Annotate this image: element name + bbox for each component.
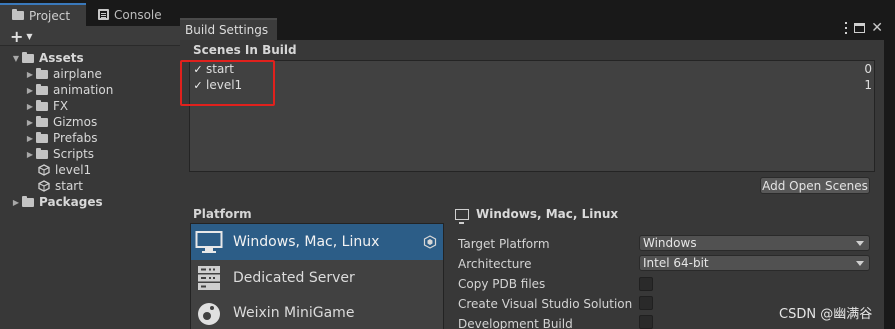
dropdown-value: Windows (643, 236, 697, 250)
setting-development-build-label: Development Build (458, 317, 573, 329)
folder-icon (22, 195, 34, 207)
dropdown-arrow-icon (856, 241, 864, 246)
create-vs-solution-checkbox[interactable] (639, 296, 653, 310)
platform-item-dedicated-server[interactable]: Dedicated Server (191, 260, 443, 296)
folder-icon (36, 115, 48, 127)
tree-item-animation[interactable]: ▶ animation (24, 82, 113, 98)
folder-icon (36, 83, 48, 95)
dropdown-arrow-icon (856, 261, 864, 266)
setting-target-platform-label: Target Platform (458, 237, 550, 251)
folder-icon (36, 147, 48, 159)
expand-arrow-icon[interactable]: ▼ (10, 54, 22, 63)
setting-copy-pdb-label: Copy PDB files (458, 277, 546, 291)
collapse-arrow-icon[interactable]: ▶ (24, 150, 36, 159)
add-open-scenes-button[interactable]: Add Open Scenes (760, 177, 870, 194)
collapse-arrow-icon[interactable]: ▶ (24, 102, 36, 111)
folder-open-icon (22, 51, 34, 63)
tree-item-start-scene[interactable]: start (38, 178, 83, 194)
tree-item-label: FX (53, 99, 69, 113)
scene-checkbox-level1[interactable]: ✓ (192, 78, 204, 92)
platform-label: Weixin MiniGame (233, 304, 355, 321)
development-build-checkbox[interactable] (639, 315, 653, 329)
plus-icon: + (10, 26, 24, 46)
tab-build-settings[interactable]: Build Settings (180, 18, 277, 40)
platform-label: Windows, Mac, Linux (233, 234, 380, 250)
tree-item-airplane[interactable]: ▶ airplane (24, 66, 102, 82)
watermark-text: CSDN @幽满谷 (779, 307, 873, 322)
scene-row-level1[interactable]: ✓ level1 1 (192, 77, 872, 93)
tree-item-scripts[interactable]: ▶ Scripts (24, 146, 94, 162)
collapse-arrow-icon[interactable]: ▶ (24, 134, 36, 143)
copy-pdb-checkbox[interactable] (639, 277, 653, 291)
more-options-icon[interactable] (844, 22, 848, 34)
tree-item-fx[interactable]: ▶ FX (24, 98, 68, 114)
tab-project[interactable]: Project (0, 3, 86, 26)
collapse-arrow-icon[interactable]: ▶ (24, 118, 36, 127)
monitor-icon (195, 228, 223, 256)
tree-item-gizmos[interactable]: ▶ Gizmos (24, 114, 97, 130)
window-edge (884, 40, 895, 329)
unity-scene-icon (38, 180, 50, 192)
checkmark-icon: ✓ (193, 62, 203, 76)
selected-platform-header: Windows, Mac, Linux (455, 207, 619, 224)
checkmark-icon: ✓ (193, 78, 203, 92)
selected-platform-title: Windows, Mac, Linux (476, 207, 619, 221)
tree-item-assets[interactable]: ▼ Assets (10, 50, 84, 66)
tree-item-label: Prefabs (53, 131, 98, 145)
platform-heading: Platform (193, 207, 252, 221)
setting-architecture-label: Architecture (458, 257, 532, 271)
target-platform-dropdown[interactable]: Windows (639, 235, 870, 251)
tree-item-label: Scripts (53, 147, 95, 161)
tab-console-label: Console (114, 7, 162, 22)
tree-item-level1-scene[interactable]: level1 (38, 162, 91, 178)
platform-item-windows[interactable]: Windows, Mac, Linux (191, 224, 443, 260)
maximize-icon[interactable] (854, 23, 866, 33)
collapse-arrow-icon[interactable]: ▶ (24, 70, 36, 79)
platform-label: Dedicated Server (233, 270, 355, 286)
chevron-down-icon: ▼ (26, 31, 33, 41)
platform-item-weixin-minigame[interactable]: Weixin MiniGame (191, 296, 443, 329)
close-icon[interactable]: ✕ (871, 21, 883, 35)
project-panel: Project Console + ▼ ▼ Assets ▶ airplane … (0, 0, 180, 329)
scene-checkbox-start[interactable]: ✓ (192, 62, 204, 76)
collapse-arrow-icon[interactable]: ▶ (10, 198, 22, 207)
tree-item-label: animation (53, 83, 114, 97)
collapse-arrow-icon[interactable]: ▶ (24, 86, 36, 95)
tab-console[interactable]: Console (86, 3, 180, 26)
setting-create-vs-solution-label: Create Visual Studio Solution (458, 297, 633, 311)
unity-scene-icon (38, 164, 50, 176)
scene-row-start[interactable]: ✓ start 0 (192, 61, 872, 77)
tree-item-label: airplane (53, 67, 102, 81)
scene-index: 1 (864, 78, 872, 92)
window-title: Build Settings (185, 23, 269, 37)
folder-icon (12, 9, 24, 20)
server-icon (195, 264, 223, 292)
folder-icon (36, 99, 48, 111)
scene-name: level1 (206, 78, 243, 92)
tree-item-label: Packages (39, 195, 103, 209)
tree-item-label: level1 (55, 163, 92, 177)
scenes-in-build-heading: Scenes In Build (193, 43, 297, 57)
architecture-dropdown[interactable]: Intel 64-bit (639, 255, 870, 271)
tree-item-prefabs[interactable]: ▶ Prefabs (24, 130, 98, 146)
unity-logo-icon (423, 235, 437, 249)
project-toolbar: + ▼ (0, 26, 180, 46)
scene-index: 0 (864, 62, 872, 76)
add-asset-button[interactable]: + ▼ (10, 26, 33, 46)
project-tab-strip: Project Console (0, 0, 180, 26)
tree-item-label: Gizmos (53, 115, 98, 129)
window-controls: ✕ (844, 20, 883, 36)
scene-name: start (206, 62, 234, 76)
console-icon (98, 9, 109, 20)
dropdown-value: Intel 64-bit (643, 256, 709, 270)
monitor-icon (455, 208, 469, 224)
tree-item-label: start (55, 179, 83, 193)
minigame-icon (195, 299, 223, 327)
build-settings-tab-strip (180, 0, 895, 39)
folder-icon (36, 67, 48, 79)
tree-item-packages[interactable]: ▶ Packages (10, 194, 103, 210)
tab-project-label: Project (29, 8, 71, 23)
tree-item-label: Assets (39, 51, 84, 65)
folder-icon (36, 131, 48, 143)
